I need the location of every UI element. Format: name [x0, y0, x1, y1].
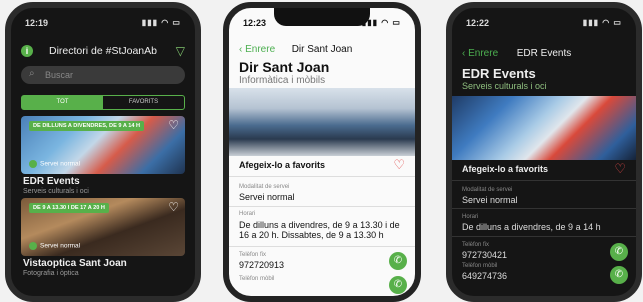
add-favorite-label: Afegeix-lo a favorits	[239, 160, 326, 170]
mobile-label: Telèfon mòbil	[239, 276, 275, 282]
status-icons: ▮▮▮ ◠ ▭	[141, 18, 181, 27]
status-bar: 12:22 ▮▮▮ ◠ ▭	[466, 18, 622, 30]
page-title: Dir Sant Joan	[239, 59, 330, 75]
modality-value: Servei normal	[462, 195, 518, 205]
search-icon: ⌕	[29, 68, 35, 79]
divider	[452, 208, 636, 209]
service-chip-label: Servei normal	[40, 160, 81, 168]
status-dot-icon	[29, 242, 37, 250]
phone-value[interactable]: 972720913	[239, 260, 385, 270]
add-favorite-button[interactable]: Afegeix-lo a favorits ♡	[462, 161, 626, 177]
service-chip-label: Servei normal	[40, 242, 81, 250]
service-chip: Servei normal	[29, 242, 80, 250]
divider	[452, 236, 636, 237]
modality-label: Modalitat de servei	[239, 184, 290, 190]
status-bar: 12:19 ▮▮▮ ◠ ▭	[25, 18, 181, 30]
page-subtitle: Informàtica i mòbils	[239, 75, 326, 86]
nav-title: Dir Sant Joan	[291, 44, 353, 55]
segmented-control: TOT FAVORITS	[21, 95, 185, 110]
tab-tot[interactable]: TOT	[22, 96, 103, 109]
phone-call-icon[interactable]: ✆	[610, 243, 628, 261]
business-photo	[229, 88, 415, 156]
status-dot-icon	[29, 160, 37, 168]
mobile-label: Telèfon mòbil	[462, 263, 498, 269]
phone-detail-dark: 12:22 ▮▮▮ ◠ ▭ ‹ Enrere EDR Events EDR Ev…	[446, 2, 642, 302]
business-photo	[452, 96, 636, 160]
filter-icon[interactable]: ▽	[176, 44, 185, 58]
list-item[interactable]: DE 9 A 13.30 I DE 17 A 20 H ♡ Servei nor…	[21, 198, 185, 256]
card-title[interactable]: Vistaoptica Sant Joan	[23, 258, 127, 269]
status-time: 12:23	[243, 18, 267, 28]
header: i Directori de #StJoanAb ▽	[21, 44, 185, 60]
search-placeholder: Buscar	[45, 70, 74, 80]
heart-icon[interactable]: ♡	[168, 200, 179, 214]
phone-directory-list: 12:19 ▮▮▮ ◠ ▭ i Directori de #StJoanAb ▽…	[5, 2, 201, 302]
card-subtitle: Serveis culturals i oci	[23, 188, 89, 195]
nav-title: EDR Events	[516, 48, 572, 59]
divider	[229, 246, 415, 247]
divider	[229, 206, 415, 207]
service-chip: Servei normal	[29, 160, 80, 168]
hours-label: Horari	[462, 214, 479, 220]
modality-value: Servei normal	[239, 192, 295, 202]
hours-badge: DE DILLUNS A DIVENDRES, DE 9 A 14 H	[29, 121, 145, 131]
page-subtitle: Serveis culturals i oci	[462, 81, 547, 91]
mobile-call-icon[interactable]: ✆	[610, 266, 628, 284]
phone-value[interactable]: 972730421	[462, 250, 606, 260]
hours-badge: DE 9 A 13.30 I DE 17 A 20 H	[29, 203, 109, 213]
heart-icon[interactable]: ♡	[168, 118, 179, 132]
hours-value: De dilluns a divendres, de 9 a 14 h	[462, 222, 601, 232]
page-title: EDR Events	[462, 66, 536, 81]
status-time: 12:22	[466, 18, 490, 28]
modality-label: Modalitat de servei	[462, 187, 513, 193]
card-subtitle: Fotografia i òptica	[23, 270, 79, 277]
status-bar: 12:23 ▮▮▮ ◠ ▭	[243, 18, 401, 30]
divider	[452, 180, 636, 181]
heart-icon[interactable]: ♡	[614, 161, 626, 177]
heart-icon[interactable]: ♡	[393, 157, 405, 173]
add-favorite-label: Afegeix-lo a favorits	[462, 164, 549, 174]
phone-label: Telèfon fix	[239, 252, 267, 258]
hours-label: Horari	[239, 211, 256, 217]
divider	[229, 176, 415, 177]
search-input[interactable]: ⌕ Buscar	[21, 66, 185, 84]
card-title[interactable]: EDR Events	[23, 176, 80, 187]
status-icons: ▮▮▮ ◠ ▭	[361, 18, 401, 27]
phone-detail-light: 12:23 ▮▮▮ ◠ ▭ ‹ Enrere Dir Sant Joan Dir…	[223, 2, 421, 302]
phone-label: Telèfon fix	[462, 242, 490, 248]
page-title: Directori de #StJoanAb	[49, 45, 157, 57]
mobile-call-icon[interactable]: ✆	[389, 276, 407, 294]
status-icons: ▮▮▮ ◠ ▭	[582, 18, 622, 27]
hours-value: De dilluns a divendres, de 9 a 13.30 i d…	[239, 220, 400, 240]
add-favorite-button[interactable]: Afegeix-lo a favorits ♡	[239, 157, 405, 173]
list-item[interactable]: DE DILLUNS A DIVENDRES, DE 9 A 14 H ♡ Se…	[21, 116, 185, 174]
phone-call-icon[interactable]: ✆	[389, 252, 407, 270]
status-time: 12:19	[25, 18, 49, 28]
tab-favorits[interactable]: FAVORITS	[103, 96, 184, 109]
